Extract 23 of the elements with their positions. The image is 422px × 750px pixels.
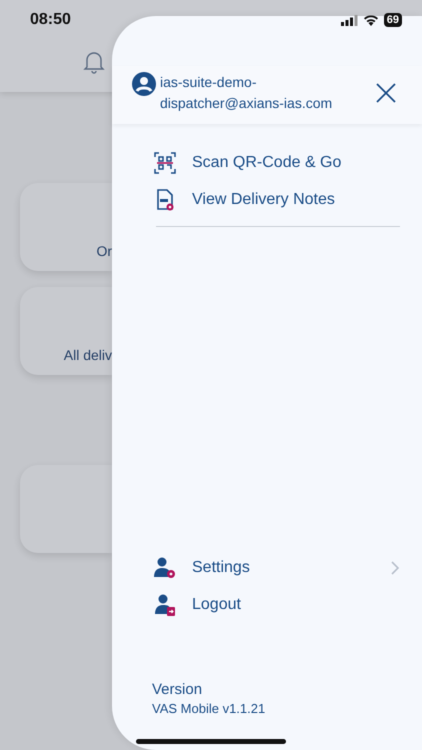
close-button[interactable]	[374, 81, 398, 105]
version-label: Version	[152, 681, 204, 698]
user-email: ias-suite-demo-dispatcher@axians-ias.com	[160, 73, 334, 113]
user-gear-icon	[154, 556, 176, 578]
version-text: VAS Mobile v1.1.21	[152, 701, 266, 716]
signal-icon	[340, 14, 358, 26]
user-exit-icon	[154, 594, 176, 616]
card-label: Or	[96, 243, 112, 259]
battery-level: 69	[384, 13, 402, 27]
chevron-icon	[390, 560, 400, 574]
user-icon	[132, 72, 156, 96]
menu-item[interactable]: Logout	[154, 586, 400, 623]
menu-item[interactable]: Settings	[154, 549, 400, 586]
wifi-icon	[362, 14, 379, 26]
qr-code-icon	[154, 152, 176, 174]
dashboard-card[interactable]: Or	[20, 183, 112, 271]
menu-item[interactable]: View Delivery Notes	[154, 181, 400, 218]
document-eye-icon	[154, 188, 176, 210]
bell-icon[interactable]	[83, 50, 105, 74]
card-label: All deliv	[64, 347, 112, 363]
dashboard-card[interactable]: All deliv	[20, 287, 112, 375]
menu-item[interactable]: Scan QR-Code & Go	[154, 144, 400, 181]
status-time: 08:50	[30, 11, 71, 29]
